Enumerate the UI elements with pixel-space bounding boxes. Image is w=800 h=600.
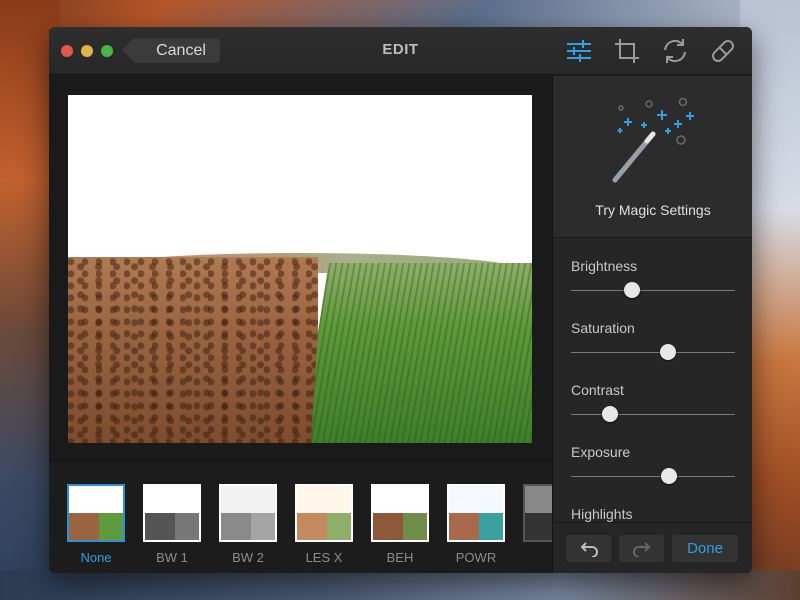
filter-label: None (80, 550, 112, 565)
desktop-wallpaper-bottom (0, 570, 800, 600)
exposure-slider[interactable] (571, 466, 735, 486)
contrast-slider[interactable] (571, 404, 735, 424)
rotate-icon (664, 39, 686, 63)
filter-item[interactable]: LES X (295, 484, 353, 565)
exposure-label: Exposure (571, 444, 631, 460)
filter-thumbnail (447, 484, 505, 542)
photo-preview[interactable] (68, 95, 532, 443)
redo-button[interactable] (619, 535, 664, 562)
filter-thumbnail (523, 484, 552, 542)
photo-green-field (311, 263, 532, 443)
done-button[interactable]: Done (672, 535, 738, 562)
filter-thumbnail (371, 484, 429, 542)
filter-strip: None BW 1 BW 2 LES X BEH POWR (49, 460, 552, 573)
adjust-icon (567, 40, 591, 62)
slider-knob[interactable] (661, 468, 678, 484)
brightness-label: Brightness (571, 258, 638, 274)
heal-bandage-icon (712, 40, 734, 62)
brightness-slider[interactable] (571, 280, 735, 300)
filter-item[interactable]: POWR (447, 484, 505, 565)
heal-tool-button[interactable] (708, 37, 738, 65)
saturation-control: Saturation (571, 320, 735, 362)
window-title: EDIT (382, 41, 419, 58)
brightness-control: Brightness (571, 258, 735, 300)
slider-knob[interactable] (659, 344, 676, 360)
magic-wand-icon (612, 98, 694, 183)
filter-label: BW 2 (232, 550, 264, 565)
adjustments-panel: Try Magic Settings Brightness Saturation… (552, 76, 752, 573)
filter-item[interactable]: BW 2 (219, 484, 277, 565)
slider-knob[interactable] (623, 282, 640, 298)
filter-item[interactable]: BW 1 (143, 484, 201, 565)
redo-icon (632, 541, 650, 557)
undo-icon (580, 541, 598, 557)
filter-label: LES X (305, 550, 343, 565)
adjust-tool-button[interactable] (564, 37, 594, 65)
undo-button[interactable] (566, 535, 611, 562)
contrast-control: Contrast (571, 382, 735, 424)
filter-item[interactable]: BEH (371, 484, 429, 565)
rotate-tool-button[interactable] (660, 37, 690, 65)
filter-thumbnail (67, 484, 125, 542)
photo-canvas-area (49, 76, 552, 460)
crop-icon (615, 39, 639, 63)
exposure-control: Exposure (571, 444, 735, 486)
filter-item-partial[interactable] (523, 484, 552, 542)
slider-knob[interactable] (602, 406, 619, 422)
filter-thumbnail (295, 484, 353, 542)
panel-bottom-bar: Done (553, 522, 752, 573)
magic-settings-button[interactable]: Try Magic Settings (553, 76, 752, 238)
filter-item[interactable]: None (67, 484, 125, 565)
magic-settings-label: Try Magic Settings (595, 202, 711, 218)
filter-label: BEH (386, 550, 414, 565)
title-bar: Cancel EDIT (49, 27, 752, 75)
editor-window: Cancel EDIT None BW 1 BW 2 LES X BEH POW… (49, 27, 752, 573)
saturation-slider[interactable] (571, 342, 735, 362)
filter-label: POWR (455, 550, 497, 565)
filter-label: BW 1 (156, 550, 188, 565)
filter-thumbnail (143, 484, 201, 542)
highlights-label: Highlights (571, 506, 633, 522)
crop-tool-button[interactable] (612, 37, 642, 65)
photo-plowed-field (68, 257, 318, 443)
contrast-label: Contrast (571, 382, 624, 398)
saturation-label: Saturation (571, 320, 635, 336)
highlights-control: Highlights (571, 506, 735, 522)
photo-sky (68, 95, 532, 265)
filter-thumbnail (219, 484, 277, 542)
